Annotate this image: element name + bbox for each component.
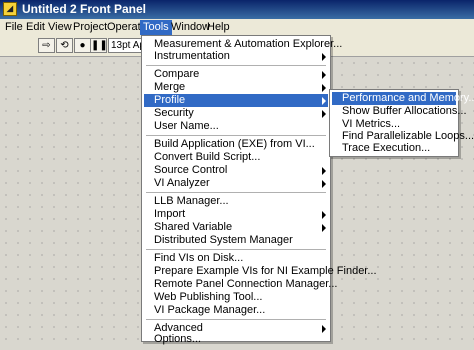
tools-menu: Measurement & Automation Explorer... Ins… (141, 35, 377, 345)
menu-item-build-application[interactable]: Build Application (EXE) from VI... (144, 138, 328, 151)
menu-item-profile[interactable]: Profile (144, 94, 328, 107)
menu-separator (146, 135, 326, 136)
menu-item-llb-manager[interactable]: LLB Manager... (144, 195, 328, 208)
menu-item-vi-package-manager[interactable]: VI Package Manager... (144, 304, 328, 317)
submenu-arrow-icon (322, 71, 326, 79)
menu-item-distributed-system-manager[interactable]: Distributed System Manager (144, 234, 328, 247)
menu-separator (146, 249, 326, 250)
submenu-arrow-icon (322, 97, 326, 105)
submenu-arrow-icon (322, 180, 326, 188)
menu-item-vi-analyzer[interactable]: VI Analyzer (144, 177, 328, 190)
submenu-arrow-icon (322, 53, 326, 61)
abort-execution-icon[interactable]: ● (74, 38, 91, 53)
submenu-arrow-icon (322, 211, 326, 219)
menu-item-instrumentation[interactable]: Instrumentation (144, 50, 328, 63)
labview-app-icon: ◢ (3, 2, 17, 16)
menu-item-user-name[interactable]: User Name... (144, 120, 328, 133)
font-select[interactable]: 13pt Ap (108, 38, 142, 53)
menu-item-trace-execution[interactable]: Trace Execution... (332, 142, 456, 155)
menu-separator (146, 65, 326, 66)
profile-submenu: Performance and Memory... Show Buffer Al… (329, 89, 474, 157)
submenu-arrow-icon (322, 84, 326, 92)
submenu-arrow-icon (322, 325, 326, 333)
run-arrow-icon[interactable]: ⇨ (38, 38, 55, 53)
menu-item-shared-variable[interactable]: Shared Variable (144, 221, 328, 234)
submenu-arrow-icon (322, 110, 326, 118)
submenu-arrow-icon (322, 224, 326, 232)
menu-item-web-publishing-tool[interactable]: Web Publishing Tool... (144, 291, 328, 304)
menu-item-performance-and-memory[interactable]: Performance and Memory... (332, 92, 474, 105)
menu-item-convert-build-script[interactable]: Convert Build Script... (144, 151, 328, 164)
menu-separator (146, 192, 326, 193)
menu-item-remote-panel-connection-manager[interactable]: Remote Panel Connection Manager... (144, 278, 337, 291)
menu-item-merge[interactable]: Merge (144, 81, 328, 94)
menu-item-import[interactable]: Import (144, 208, 328, 221)
submenu-arrow-icon (322, 167, 326, 175)
window-title: Untitled 2 Front Panel (22, 2, 147, 16)
menu-help[interactable]: Help (204, 21, 233, 35)
menu-tools[interactable]: Tools (140, 20, 172, 35)
menu-item-security[interactable]: Security (144, 107, 328, 120)
menu-item-source-control[interactable]: Source Control (144, 164, 328, 177)
run-continuously-icon[interactable]: ⟲ (56, 38, 73, 53)
pause-icon[interactable]: ❚❚ (90, 38, 108, 53)
menu-item-prepare-example-vis[interactable]: Prepare Example VIs for NI Example Finde… (144, 265, 377, 278)
window-titlebar: ◢ Untitled 2 Front Panel (0, 0, 474, 19)
menu-item-show-buffer-allocations[interactable]: Show Buffer Allocations... (332, 105, 467, 118)
menu-item-find-vis-on-disk[interactable]: Find VIs on Disk... (144, 252, 328, 265)
menu-item-compare[interactable]: Compare (144, 68, 328, 81)
menu-item-options[interactable]: Options... (144, 333, 328, 345)
menu-separator (146, 319, 326, 320)
